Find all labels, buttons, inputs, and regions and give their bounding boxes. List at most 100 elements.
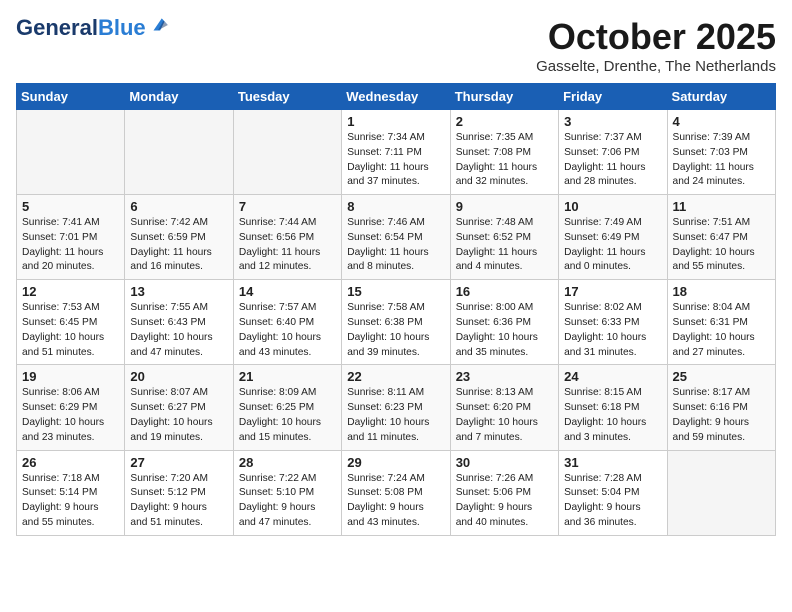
day-number: 29	[347, 455, 444, 470]
day-info: Sunrise: 7:44 AM Sunset: 6:56 PM Dayligh…	[239, 216, 336, 275]
calendar-cell	[125, 110, 233, 195]
day-info: Sunrise: 7:53 AM Sunset: 6:45 PM Dayligh…	[22, 301, 119, 360]
title-block: October 2025 Gasselte, Drenthe, The Neth…	[536, 16, 776, 75]
day-number: 9	[456, 199, 553, 214]
day-number: 23	[456, 369, 553, 384]
weekday-header: Thursday	[450, 84, 558, 110]
weekday-header: Tuesday	[233, 84, 341, 110]
day-number: 26	[22, 455, 119, 470]
calendar-cell: 3 Sunrise: 7:37 AM Sunset: 7:06 PM Daylig…	[559, 110, 667, 195]
location: Gasselte, Drenthe, The Netherlands	[536, 58, 776, 75]
day-info: Sunrise: 8:02 AM Sunset: 6:33 PM Dayligh…	[564, 301, 661, 360]
calendar-cell: 31 Sunrise: 7:28 AM Sunset: 5:04 PM Dayli…	[559, 450, 667, 535]
day-info: Sunrise: 7:55 AM Sunset: 6:43 PM Dayligh…	[130, 301, 227, 360]
day-info: Sunrise: 7:26 AM Sunset: 5:06 PM Dayligh…	[456, 472, 553, 531]
day-info: Sunrise: 7:46 AM Sunset: 6:54 PM Dayligh…	[347, 216, 444, 275]
calendar-cell: 10 Sunrise: 7:49 AM Sunset: 6:49 PM Dayli…	[559, 195, 667, 280]
day-info: Sunrise: 7:41 AM Sunset: 7:01 PM Dayligh…	[22, 216, 119, 275]
calendar-cell: 8Sunrise: 7:46 AM Sunset: 6:54 PM Daylig…	[342, 195, 450, 280]
calendar-cell: 2Sunrise: 7:35 AM Sunset: 7:08 PM Daylig…	[450, 110, 558, 195]
day-info: Sunrise: 7:24 AM Sunset: 5:08 PM Dayligh…	[347, 472, 444, 531]
calendar-cell: 22 Sunrise: 8:11 AM Sunset: 6:23 PM Dayli…	[342, 365, 450, 450]
day-number: 20	[130, 369, 227, 384]
day-number: 15	[347, 284, 444, 299]
day-number: 31	[564, 455, 661, 470]
day-number: 28	[239, 455, 336, 470]
day-number: 14	[239, 284, 336, 299]
calendar-cell	[233, 110, 341, 195]
weekday-header: Sunday	[17, 84, 125, 110]
day-info: Sunrise: 7:20 AM Sunset: 5:12 PM Dayligh…	[130, 472, 227, 531]
day-info: Sunrise: 7:18 AM Sunset: 5:14 PM Dayligh…	[22, 472, 119, 531]
calendar-cell: 13 Sunrise: 7:55 AM Sunset: 6:43 PM Dayli…	[125, 280, 233, 365]
day-info: Sunrise: 7:28 AM Sunset: 5:04 PM Dayligh…	[564, 472, 661, 531]
day-info: Sunrise: 7:57 AM Sunset: 6:40 PM Dayligh…	[239, 301, 336, 360]
day-info: Sunrise: 8:00 AM Sunset: 6:36 PM Dayligh…	[456, 301, 553, 360]
day-number: 10	[564, 199, 661, 214]
calendar-cell: 19 Sunrise: 8:06 AM Sunset: 6:29 PM Dayli…	[17, 365, 125, 450]
calendar-cell: 25 Sunrise: 8:17 AM Sunset: 6:16 PM Dayli…	[667, 365, 775, 450]
day-info: Sunrise: 8:07 AM Sunset: 6:27 PM Dayligh…	[130, 386, 227, 445]
calendar-cell: 6Sunrise: 7:42 AM Sunset: 6:59 PM Daylig…	[125, 195, 233, 280]
weekday-header: Saturday	[667, 84, 775, 110]
day-info: Sunrise: 8:09 AM Sunset: 6:25 PM Dayligh…	[239, 386, 336, 445]
calendar-cell: 16 Sunrise: 8:00 AM Sunset: 6:36 PM Dayli…	[450, 280, 558, 365]
calendar-cell: 15Sunrise: 7:58 AM Sunset: 6:38 PM Dayli…	[342, 280, 450, 365]
day-info: Sunrise: 8:11 AM Sunset: 6:23 PM Dayligh…	[347, 386, 444, 445]
calendar-cell: 20 Sunrise: 8:07 AM Sunset: 6:27 PM Dayli…	[125, 365, 233, 450]
calendar-cell: 21 Sunrise: 8:09 AM Sunset: 6:25 PM Dayli…	[233, 365, 341, 450]
page-header: GeneralBlue October 2025 Gasselte, Drent…	[16, 16, 776, 75]
calendar-cell: 5Sunrise: 7:41 AM Sunset: 7:01 PM Daylig…	[17, 195, 125, 280]
calendar-cell: 12 Sunrise: 7:53 AM Sunset: 6:45 PM Dayli…	[17, 280, 125, 365]
day-number: 19	[22, 369, 119, 384]
day-info: Sunrise: 7:51 AM Sunset: 6:47 PM Dayligh…	[673, 216, 770, 275]
calendar-cell	[667, 450, 775, 535]
calendar-week-row: 19 Sunrise: 8:06 AM Sunset: 6:29 PM Dayli…	[17, 365, 776, 450]
calendar-cell: 1Sunrise: 7:34 AM Sunset: 7:11 PM Daylig…	[342, 110, 450, 195]
calendar-cell: 4 Sunrise: 7:39 AM Sunset: 7:03 PM Daylig…	[667, 110, 775, 195]
day-info: Sunrise: 7:48 AM Sunset: 6:52 PM Dayligh…	[456, 216, 553, 275]
calendar-cell: 27 Sunrise: 7:20 AM Sunset: 5:12 PM Dayli…	[125, 450, 233, 535]
calendar-cell: 7 Sunrise: 7:44 AM Sunset: 6:56 PM Daylig…	[233, 195, 341, 280]
calendar-table: SundayMondayTuesdayWednesdayThursdayFrid…	[16, 83, 776, 536]
calendar-cell: 26 Sunrise: 7:18 AM Sunset: 5:14 PM Dayli…	[17, 450, 125, 535]
day-info: Sunrise: 7:22 AM Sunset: 5:10 PM Dayligh…	[239, 472, 336, 531]
day-info: Sunrise: 8:17 AM Sunset: 6:16 PM Dayligh…	[673, 386, 770, 445]
weekday-header: Wednesday	[342, 84, 450, 110]
calendar-cell: 23 Sunrise: 8:13 AM Sunset: 6:20 PM Dayli…	[450, 365, 558, 450]
calendar-cell: 29 Sunrise: 7:24 AM Sunset: 5:08 PM Dayli…	[342, 450, 450, 535]
day-number: 4	[673, 114, 770, 129]
logo-text: GeneralBlue	[16, 16, 146, 40]
weekday-header-row: SundayMondayTuesdayWednesdayThursdayFrid…	[17, 84, 776, 110]
day-info: Sunrise: 7:49 AM Sunset: 6:49 PM Dayligh…	[564, 216, 661, 275]
day-number: 30	[456, 455, 553, 470]
day-info: Sunrise: 8:15 AM Sunset: 6:18 PM Dayligh…	[564, 386, 661, 445]
day-number: 7	[239, 199, 336, 214]
calendar-week-row: 12 Sunrise: 7:53 AM Sunset: 6:45 PM Dayli…	[17, 280, 776, 365]
day-info: Sunrise: 7:39 AM Sunset: 7:03 PM Dayligh…	[673, 131, 770, 190]
weekday-header: Monday	[125, 84, 233, 110]
day-number: 22	[347, 369, 444, 384]
day-info: Sunrise: 7:37 AM Sunset: 7:06 PM Dayligh…	[564, 131, 661, 190]
day-info: Sunrise: 8:13 AM Sunset: 6:20 PM Dayligh…	[456, 386, 553, 445]
day-number: 25	[673, 369, 770, 384]
calendar-cell: 14 Sunrise: 7:57 AM Sunset: 6:40 PM Dayli…	[233, 280, 341, 365]
calendar-cell: 28 Sunrise: 7:22 AM Sunset: 5:10 PM Dayli…	[233, 450, 341, 535]
calendar-week-row: 1Sunrise: 7:34 AM Sunset: 7:11 PM Daylig…	[17, 110, 776, 195]
calendar-cell: 24 Sunrise: 8:15 AM Sunset: 6:18 PM Dayli…	[559, 365, 667, 450]
day-number: 13	[130, 284, 227, 299]
calendar-week-row: 26 Sunrise: 7:18 AM Sunset: 5:14 PM Dayli…	[17, 450, 776, 535]
month-title: October 2025	[536, 16, 776, 58]
day-number: 24	[564, 369, 661, 384]
day-info: Sunrise: 7:42 AM Sunset: 6:59 PM Dayligh…	[130, 216, 227, 275]
calendar-cell: 17Sunrise: 8:02 AM Sunset: 6:33 PM Dayli…	[559, 280, 667, 365]
calendar-cell	[17, 110, 125, 195]
day-info: Sunrise: 8:06 AM Sunset: 6:29 PM Dayligh…	[22, 386, 119, 445]
day-number: 21	[239, 369, 336, 384]
calendar-cell: 30 Sunrise: 7:26 AM Sunset: 5:06 PM Dayli…	[450, 450, 558, 535]
day-number: 18	[673, 284, 770, 299]
day-number: 27	[130, 455, 227, 470]
day-number: 3	[564, 114, 661, 129]
day-number: 16	[456, 284, 553, 299]
day-number: 12	[22, 284, 119, 299]
